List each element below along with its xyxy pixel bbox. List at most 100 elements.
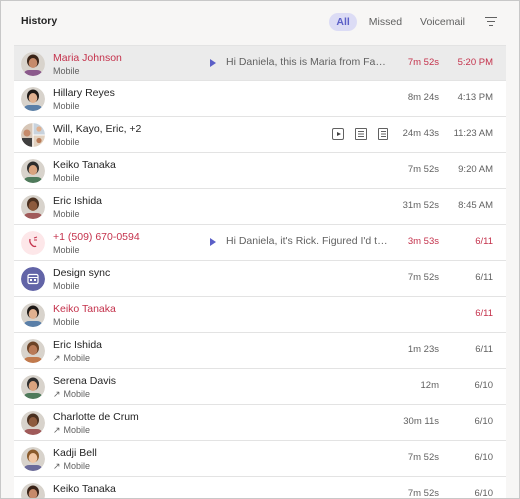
call-duration: 30m 11s [403, 416, 439, 427]
outgoing-arrow-icon: ↗ [53, 425, 61, 435]
notes-icon[interactable] [378, 128, 388, 140]
call-duration: 1m 23s [407, 344, 439, 355]
history-row[interactable]: Eric Ishida Mobile 31m 52s 8:45 AM [14, 189, 506, 225]
call-type-label: Mobile [63, 461, 91, 471]
history-row[interactable]: Maria Johnson Mobile Hi Daniela, this is M… [14, 45, 506, 81]
call-subtitle: Mobile [53, 66, 80, 76]
call-subtitle: Mobile [53, 173, 80, 183]
call-subtitle: ↗ Mobile [53, 389, 90, 400]
filter-all-tab[interactable]: All [329, 13, 357, 31]
contact-name: Eric Ishida [53, 339, 103, 351]
call-history-panel: History All Missed Voicemail Maria Johns… [0, 0, 520, 499]
calendar-icon [21, 267, 45, 291]
phone-contact-icon [21, 231, 45, 255]
avatar [21, 195, 45, 219]
call-subtitle: Mobile [53, 101, 80, 111]
call-duration: 24m 43s [402, 128, 439, 139]
history-row[interactable]: Will, Kayo, Eric, +2 Mobile 24m 43s 11:23 A… [14, 117, 506, 153]
call-time: 6/10 [474, 416, 494, 427]
call-subtitle: ↗ Mobile [53, 461, 90, 472]
call-duration: 7m 52s [407, 164, 439, 175]
call-type-label: Mobile [53, 101, 80, 111]
call-time: 6/10 [474, 488, 494, 499]
call-time: 5:20 PM [457, 57, 493, 68]
avatar [21, 483, 45, 498]
avatar [21, 375, 45, 399]
call-subtitle: Mobile [53, 137, 80, 147]
call-duration: 7m 52s [407, 57, 439, 68]
call-type-label: Mobile [53, 209, 80, 219]
call-duration: 3m 53s [407, 236, 439, 247]
outgoing-arrow-icon: ↗ [53, 461, 61, 471]
call-duration: 7m 52s [407, 272, 439, 283]
avatar [21, 447, 45, 471]
history-row[interactable]: +1 (509) 670-0594 Mobile Hi Daniela, it's … [14, 225, 506, 261]
page-title: History [21, 15, 58, 27]
call-subtitle: ↗ Mobile [53, 353, 90, 364]
call-duration: 31m 52s [402, 200, 439, 211]
avatar [21, 303, 45, 327]
contact-name: Charlotte de Crum [53, 411, 139, 423]
call-time: 4:13 PM [457, 92, 493, 103]
call-duration: 12m [420, 380, 439, 391]
history-row[interactable]: Keiko TanakaMobile7m 52s6/10 [14, 477, 506, 499]
call-subtitle: Mobile [53, 209, 80, 219]
call-duration: 7m 52s [407, 452, 439, 463]
call-type-label: Mobile [53, 173, 80, 183]
call-time: 6/11 [475, 308, 493, 319]
history-row[interactable]: Design sync Mobile 7m 52s 6/11 [14, 261, 506, 297]
contact-name: +1 (509) 670-0594 [53, 231, 140, 243]
call-subtitle: Mobile [53, 317, 80, 327]
call-type-label: Mobile [53, 66, 80, 76]
play-recording-icon[interactable] [332, 128, 344, 140]
voicemail-preview: Hi Daniela, this is Maria from Fabri... [226, 56, 388, 68]
filter-icon[interactable] [485, 16, 497, 28]
history-row[interactable]: Hillary Reyes Mobile 8m 24s 4:13 PM [14, 81, 506, 117]
history-list: Maria Johnson Mobile Hi Daniela, this is M… [14, 45, 506, 499]
call-time: 6/10 [474, 452, 494, 463]
transcript-icon[interactable] [355, 128, 367, 140]
call-time: 11:23 AM [453, 128, 493, 139]
history-row[interactable]: Serena Davis ↗ Mobile 12m 6/10 [14, 369, 506, 405]
call-type-label: Mobile [63, 353, 91, 363]
call-duration: 8m 24s [407, 92, 439, 103]
call-type-label: Mobile [53, 245, 80, 255]
contact-name: Hillary Reyes [53, 87, 115, 99]
call-time: 8:45 AM [458, 200, 493, 211]
play-icon[interactable] [210, 238, 216, 246]
contact-name: Keiko Tanaka [53, 483, 116, 495]
contact-name: Keiko Tanaka [53, 303, 116, 315]
filter-missed-tab[interactable]: Missed [363, 13, 408, 31]
avatar [21, 87, 45, 111]
call-duration: 7m 52s [407, 488, 439, 499]
group-avatar [21, 123, 45, 147]
contact-name: Design sync [53, 267, 111, 279]
contact-name: Will, Kayo, Eric, +2 [53, 123, 142, 135]
call-type-label: Mobile [53, 137, 80, 147]
call-time: 9:20 AM [458, 164, 493, 175]
history-row[interactable]: Eric Ishida ↗ Mobile 1m 23s 6/11 [14, 333, 506, 369]
history-header: History All Missed Voicemail [1, 1, 519, 45]
voicemail-preview: Hi Daniela, it's Rick. Figured I'd try..… [226, 235, 388, 247]
play-icon[interactable] [210, 59, 216, 67]
history-row[interactable]: Charlotte de Crum ↗ Mobile 30m 11s 6/10 [14, 405, 506, 441]
avatar [21, 159, 45, 183]
contact-name: Eric Ishida [53, 195, 103, 207]
avatar [21, 411, 45, 435]
contact-name: Kadji Bell [53, 447, 97, 459]
call-time: 6/11 [475, 272, 493, 283]
outgoing-arrow-icon: ↗ [53, 389, 61, 399]
filter-voicemail-tab[interactable]: Voicemail [414, 13, 471, 31]
avatar [21, 339, 45, 363]
call-type-label: Mobile [53, 281, 80, 291]
call-time: 6/11 [475, 236, 493, 247]
filter-tabs: All Missed Voicemail [329, 13, 471, 31]
contact-name: Maria Johnson [53, 52, 122, 64]
history-row[interactable]: Keiko Tanaka Mobile 7m 52s 9:20 AM [14, 153, 506, 189]
call-type-label: Mobile [63, 425, 91, 435]
call-subtitle: ↗ Mobile [53, 425, 90, 436]
history-row[interactable]: Keiko Tanaka Mobile 6/11 [14, 297, 506, 333]
contact-name: Serena Davis [53, 375, 117, 387]
history-row[interactable]: Kadji Bell ↗ Mobile 7m 52s 6/10 [14, 441, 506, 477]
call-type-label: Mobile [53, 317, 80, 327]
